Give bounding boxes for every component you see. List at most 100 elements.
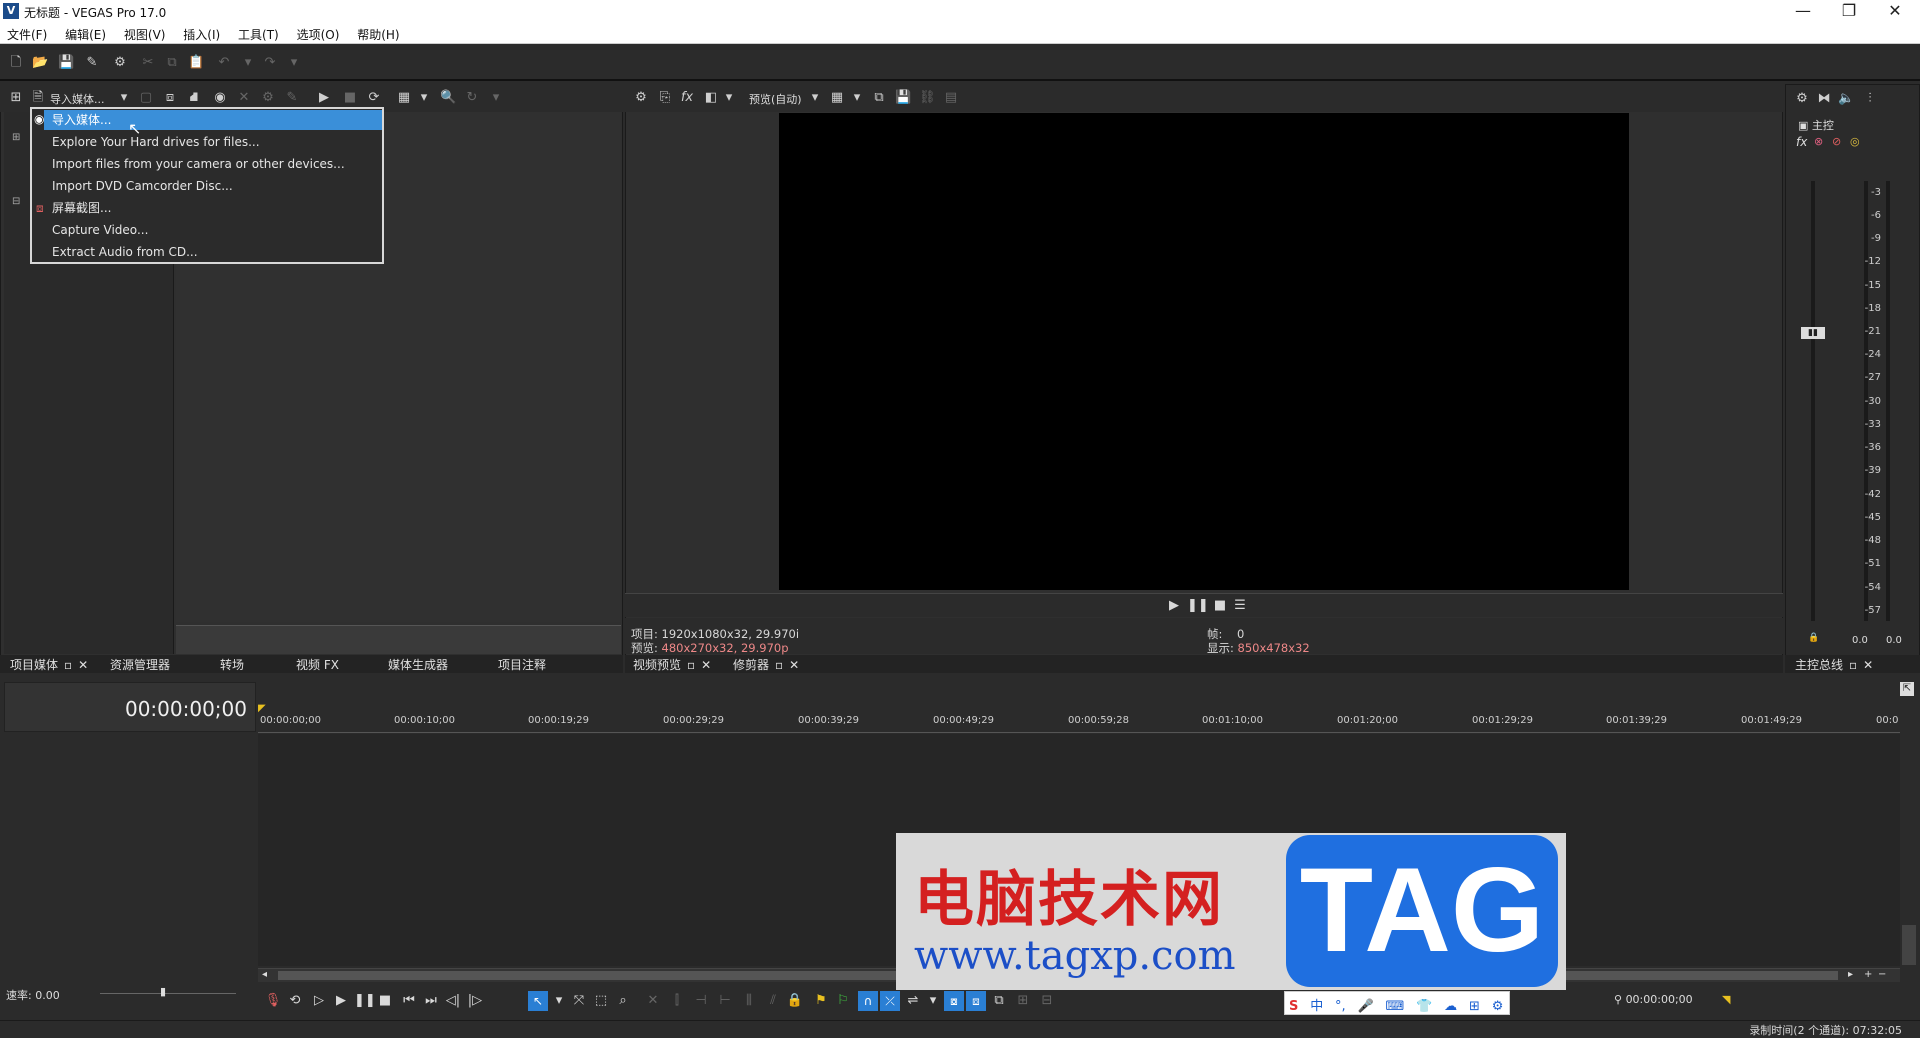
overlays-icon[interactable]: ▦ xyxy=(829,90,845,106)
normal-edit-tool-icon[interactable]: ↖ xyxy=(528,991,548,1011)
lock-icon[interactable]: 🔒 xyxy=(1808,633,1819,643)
ime-skin-icon[interactable]: 👕 xyxy=(1416,999,1432,1014)
undock-icon[interactable]: ▫ xyxy=(687,658,695,672)
record-icon[interactable]: 🎙 xyxy=(264,993,282,1008)
save-snapshot-icon[interactable]: 💾 xyxy=(895,90,911,106)
tab-master-bus[interactable]: 主控总线 ▫ ✕ xyxy=(1795,656,1873,672)
web-icon[interactable]: ◉ xyxy=(212,90,228,106)
menu-item-explore-drives[interactable]: Explore Your Hard drives for files... xyxy=(52,132,382,152)
tab-explorer[interactable]: 资源管理器 xyxy=(110,656,170,672)
menu-tools[interactable]: 工具(T) xyxy=(231,24,286,45)
pause-icon[interactable]: ❚❚ xyxy=(354,993,376,1008)
close-button[interactable]: ✕ xyxy=(1872,0,1918,24)
prev-frame-icon[interactable]: ◁| xyxy=(444,993,462,1008)
menu-item-extract-audio[interactable]: Extract Audio from CD... xyxy=(52,242,382,262)
undock-icon[interactable]: ▫ xyxy=(775,658,783,672)
open-folder-icon[interactable]: 📂 xyxy=(32,55,48,71)
undock-icon[interactable]: ▫ xyxy=(1849,658,1857,672)
zoom-in-icon[interactable]: + xyxy=(1864,969,1872,980)
overlays-dropdown-icon[interactable]: ▾ xyxy=(849,90,865,106)
import-dropdown-icon[interactable]: ▾ xyxy=(116,90,132,106)
go-to-start-icon[interactable]: ⏮ xyxy=(400,993,418,1008)
downmix-icon[interactable]: ⧓ xyxy=(1816,91,1832,107)
import-media-icon[interactable]: 🗎 xyxy=(30,90,46,106)
lock-envelopes-icon[interactable]: ⧇ xyxy=(944,991,964,1011)
automation-icon[interactable]: ◎ xyxy=(1850,135,1860,148)
menu-help[interactable]: 帮助(H) xyxy=(350,24,406,45)
delete-icon[interactable]: ✕ xyxy=(644,993,662,1008)
grid-icon[interactable]: ▤ xyxy=(943,90,959,106)
trim-icon[interactable]: ⫿ xyxy=(668,993,686,1008)
close-icon[interactable]: ✕ xyxy=(78,658,88,672)
tab-project-notes[interactable]: 项目注释 xyxy=(498,656,546,672)
views-icon[interactable]: ▦ xyxy=(396,90,412,106)
scroll-right-icon[interactable]: ▸ xyxy=(1848,969,1853,980)
fx-icon[interactable]: fx xyxy=(679,90,695,106)
quality-dropdown-icon[interactable]: ▾ xyxy=(807,90,823,106)
go-to-end-icon[interactable]: ⏭ xyxy=(422,993,440,1008)
ime-voice-icon[interactable]: 🎤 xyxy=(1358,999,1374,1014)
timeline-ruler[interactable]: ◤ 00:00:00;00 00:00:10;00 00:00:19;29 00… xyxy=(258,703,1900,733)
menu-edit[interactable]: 编辑(E) xyxy=(58,24,113,45)
menu-item-capture-video[interactable]: Capture Video... xyxy=(52,220,382,240)
master-properties-icon[interactable]: ⚙ xyxy=(1794,91,1810,107)
ime-chinese-mode[interactable]: 中 xyxy=(1310,995,1323,1014)
snapping-icon[interactable]: ∩ xyxy=(858,991,878,1011)
scroll-left-icon[interactable]: ◂ xyxy=(262,969,267,980)
play-from-start-icon[interactable]: ▷ xyxy=(310,993,328,1008)
tab-media-generators[interactable]: 媒体生成器 xyxy=(388,656,448,672)
zoom-out-icon[interactable]: − xyxy=(1878,969,1886,980)
fader-handle[interactable]: ▮▮ xyxy=(1801,327,1825,339)
ignore-grouping-icon[interactable]: ⧈ xyxy=(966,991,986,1011)
maximize-button[interactable]: ❐ xyxy=(1826,0,1872,24)
screen-capture-icon[interactable]: ⧈ xyxy=(162,90,178,106)
paste-icon[interactable]: 📋 xyxy=(188,55,204,71)
undock-icon[interactable]: ▫ xyxy=(64,658,72,672)
tab-transitions[interactable]: 转场 xyxy=(220,656,244,672)
save-icon[interactable]: 💾 xyxy=(58,55,74,71)
insert-region-icon[interactable]: ⚐ xyxy=(834,993,852,1008)
get-media-icon[interactable]: ⛘ xyxy=(186,90,202,106)
remove-icon[interactable]: ✕ xyxy=(236,90,252,106)
tab-trimmer[interactable]: 修剪器 ▫ ✕ xyxy=(733,656,799,672)
menu-view[interactable]: 视图(V) xyxy=(117,24,173,45)
link-icon[interactable]: ⛓ xyxy=(919,90,936,106)
insert-marker-icon[interactable]: ⚑ xyxy=(812,993,830,1008)
preview-device-icon[interactable]: ⎘ xyxy=(657,90,673,106)
tab-project-media[interactable]: 项目媒体 ▫ ✕ xyxy=(10,656,88,672)
bookmark-icon[interactable]: ⊞ xyxy=(1014,993,1032,1008)
tag-icon[interactable]: ✎ xyxy=(284,90,300,106)
undo-icon[interactable]: ↶ xyxy=(216,55,232,71)
menu-item-import-media[interactable]: 导入媒体... xyxy=(44,110,382,130)
close-icon[interactable]: ✕ xyxy=(701,658,711,672)
preview-menu-icon[interactable]: ☰ xyxy=(1231,598,1249,613)
rate-slider-handle[interactable]: ▮ xyxy=(160,985,166,998)
menu-options[interactable]: 选项(O) xyxy=(290,24,347,45)
tab-video-preview[interactable]: 视频预览 ▫ ✕ xyxy=(633,656,711,672)
copy-snapshot-icon[interactable]: ⧉ xyxy=(871,90,887,106)
menu-file[interactable]: 文件(F) xyxy=(0,24,54,45)
expand-icon[interactable]: ⊞ xyxy=(12,132,20,143)
close-icon[interactable]: ✕ xyxy=(789,658,799,672)
collapse-icon[interactable]: ⊟ xyxy=(12,196,20,207)
ime-cloud-icon[interactable]: ☁ xyxy=(1444,999,1457,1014)
ripple-icon[interactable]: ⇌ xyxy=(904,993,922,1008)
import-media-button[interactable]: 导入媒体... xyxy=(50,91,105,107)
play-icon[interactable]: ▶ xyxy=(332,993,350,1008)
redo-dropdown-icon[interactable]: ▾ xyxy=(286,55,302,71)
save-as-icon[interactable]: ✎ xyxy=(84,55,100,71)
solo-icon[interactable]: ⊘ xyxy=(1832,135,1841,148)
next-frame-icon[interactable]: |▷ xyxy=(466,993,484,1008)
tool-dropdown-icon[interactable]: ▾ xyxy=(550,993,568,1008)
menu-item-import-dvd[interactable]: Import DVD Camcorder Disc... xyxy=(52,176,382,196)
new-file-icon[interactable]: 🗋 xyxy=(8,55,24,71)
expand-timeline-icon[interactable]: ⇱ xyxy=(1900,682,1914,696)
mute-icon[interactable]: ⊗ xyxy=(1814,135,1823,148)
menu-insert[interactable]: 插入(I) xyxy=(176,24,227,45)
split-screen-icon[interactable]: ◧ xyxy=(703,90,719,106)
menu-item-import-camera[interactable]: Import files from your camera or other d… xyxy=(52,154,382,174)
sogou-logo-icon[interactable]: S xyxy=(1289,999,1298,1014)
ripple-dropdown-icon[interactable]: ▾ xyxy=(924,993,942,1008)
media-fx-icon[interactable]: ⚙ xyxy=(260,90,276,106)
ime-punctuation-icon[interactable]: °, xyxy=(1335,999,1346,1014)
